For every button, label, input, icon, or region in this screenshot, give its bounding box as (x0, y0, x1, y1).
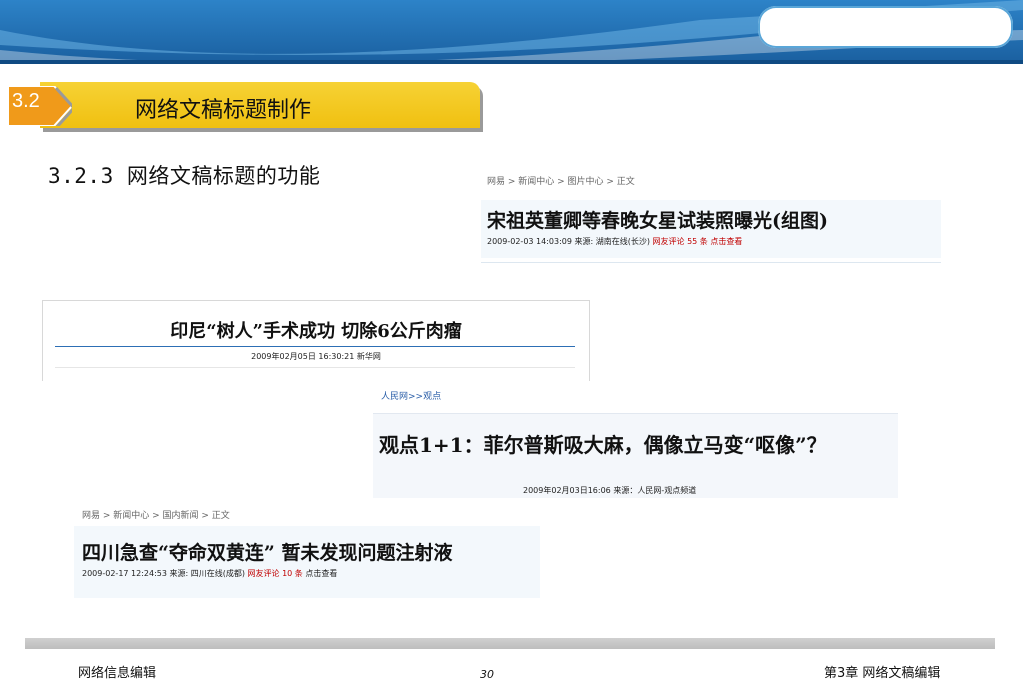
section-number: 3.2 (12, 90, 40, 112)
title-underline (55, 346, 575, 347)
article-card-3: 人民网>>观点 观点1+1：菲尔普斯吸大麻，偶像立马变“呕像”？ 2009年02… (373, 385, 898, 498)
view-link[interactable]: 点击查看 (305, 569, 337, 578)
article-date-source: 2009-02-03 14:03:09 来源: 湖南在线(长沙) (487, 237, 650, 246)
card-bottom-band (55, 367, 575, 382)
article-meta: 2009年02月05日 16:30:21 新华网 (251, 352, 381, 361)
header-pill (758, 6, 1013, 48)
section-title: 网络文稿标题制作 (135, 98, 312, 123)
footer-chapter: 第3章 网络文稿编辑 (824, 666, 941, 681)
breadcrumb[interactable]: 网易 > 新闻中心 > 图片中心 > 正文 (487, 174, 635, 187)
breadcrumb[interactable]: 网易 > 新闻中心 > 国内新闻 > 正文 (82, 508, 230, 521)
article-title[interactable]: 宋祖英董卿等春晚女星试装照曝光(组图) (487, 206, 828, 233)
footer-course-name: 网络信息编辑 (78, 666, 157, 681)
article-meta: 2009年02月03日16:06 来源：人民网-观点频道 (523, 486, 697, 495)
article-title[interactable]: 观点1+1：菲尔普斯吸大麻，偶像立马变“呕像”？ (379, 429, 827, 458)
footer-bar (25, 638, 995, 649)
subheading: 3.2.3 网络文稿标题的功能 (48, 164, 321, 188)
article-meta: 2009-02-17 12:24:53 来源: 四川在线(成都) 网友评论 10… (82, 568, 337, 579)
article-date-source: 2009-02-17 12:24:53 来源: 四川在线(成都) (82, 569, 245, 578)
article-title[interactable]: 四川急查“夺命双黄连” 暂未发现问题注射液 (82, 538, 452, 565)
article-meta: 2009-02-03 14:03:09 来源: 湖南在线(长沙) 网友评论 55… (487, 236, 742, 247)
article-card-1: 网易 > 新闻中心 > 图片中心 > 正文 宋祖英董卿等春晚女星试装照曝光(组图… (481, 170, 941, 263)
article-card-4: 网易 > 新闻中心 > 国内新闻 > 正文 四川急查“夺命双黄连” 暂未发现问题… (74, 500, 540, 598)
article-card-2: 印尼“树人”手术成功 切除6公斤肉瘤 2009年02月05日 16:30:21 … (42, 300, 590, 381)
breadcrumb[interactable]: 人民网>>观点 (381, 389, 441, 402)
article-title[interactable]: 印尼“树人”手术成功 切除6公斤肉瘤 (43, 317, 589, 343)
comment-link[interactable]: 网友评论 10 条 (248, 569, 303, 578)
comment-link[interactable]: 网友评论 55 条 点击查看 (653, 237, 743, 246)
page-number: 30 (480, 668, 494, 681)
